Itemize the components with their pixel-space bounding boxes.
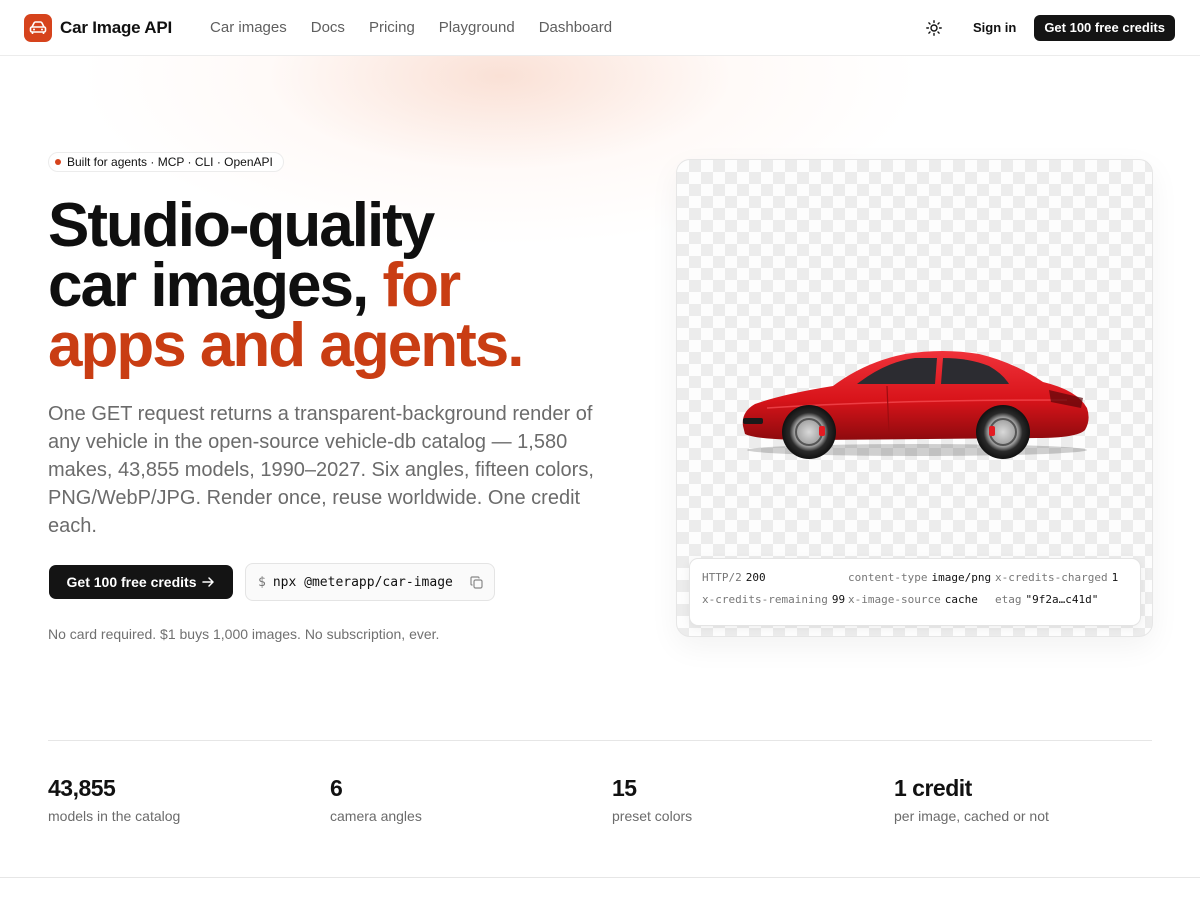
image-preview: HTTP/2 200 content-type image/png x-credit… [676,159,1153,637]
stat-value: 6 [330,775,343,801]
response-headers-panel: HTTP/2 200 content-type image/png x-credit… [689,558,1141,626]
header-key: x-credits-charged [995,571,1108,584]
stat-models: 43,855 models in the catalog [48,773,180,824]
header-key: x-image-source [848,593,941,606]
header-value: 200 [745,571,766,584]
sign-in-link[interactable]: Sign in [973,20,1016,35]
install-command[interactable]: $ npx @meterapp/car-image [245,563,495,601]
header-row: x-credits-remaining 99 [702,593,848,615]
header-row: x-credits-charged 1 [995,571,1140,593]
nav-links: Car images Docs Pricing Playground Dashb… [210,19,612,36]
header-value: image/png [931,571,992,584]
stat-angles: 6 camera angles [330,773,422,824]
stat-value: 43,855 [48,775,116,801]
stat-label: preset colors [612,808,693,824]
nav-link-car-images[interactable]: Car images [210,19,287,36]
header-key: content-type [848,571,928,584]
header-value: cache [944,593,978,606]
agents-badge: Built for agents · MCP · CLI · OpenAPI [48,152,284,172]
stat-credit: 1 credit per image, cached or not [894,773,1049,824]
car-icon[interactable] [24,13,52,42]
headline-line-2b: for [382,251,461,320]
hero-subtext: One GET request returns a transparent-ba… [48,403,594,537]
stat-label: per image, cached or not [894,808,1049,824]
hero-headline: Studio-quality car images, for apps and … [48,191,648,380]
stats-divider-top [48,740,1152,741]
header-row: HTTP/2 200 [702,571,848,593]
nav-link-docs[interactable]: Docs [311,19,345,36]
headline-line-2: car images, for [48,255,648,317]
header-value: 1 [1111,571,1119,584]
hero-cta-label: Get 100 free credits [66,574,197,590]
pricing-note: No card required. $1 buys 1,000 images. … [48,626,440,642]
headline-line-2a: car images, [48,251,383,320]
header-row: etag "9f2a…c41d" [995,593,1140,615]
arrow-right-icon [202,577,215,587]
car-render-image [742,351,1089,459]
stats-divider-bottom [0,877,1200,878]
nav-link-pricing[interactable]: Pricing [369,19,415,36]
header-key: x-credits-remaining [702,593,828,606]
badge-dot [55,159,61,165]
headline-line-3: apps and agents. [48,311,524,380]
nav-actions: Sign in Get 100 free credits [922,14,1175,41]
hero-cta-button[interactable]: Get 100 free credits [49,565,233,599]
header-row: content-type image/png [848,571,995,593]
nav-cta-button[interactable]: Get 100 free credits [1034,14,1175,41]
stat-label: models in the catalog [48,808,181,824]
stat-label: camera angles [330,808,422,824]
stat-colors: 15 preset colors [612,773,692,824]
headline-line-1: Studio-quality [48,191,435,260]
header-value: "9f2a…c41d" [1025,593,1099,606]
command-prompt: $ [258,574,266,590]
copy-icon[interactable] [468,574,484,590]
command-text: npx @meterapp/car-image [272,574,453,590]
top-nav: Car Image API Car images Docs Pricing Pl… [0,0,1200,56]
header-row: x-image-source cache [848,593,995,615]
nav-link-dashboard[interactable]: Dashboard [539,19,612,36]
nav-link-playground[interactable]: Playground [439,19,515,36]
header-key: etag [995,593,1022,606]
brand-name[interactable]: Car Image API [60,18,172,38]
badge-text: Built for agents · MCP · CLI · OpenAPI [67,155,273,169]
stat-value: 1 credit [894,775,972,801]
header-key: HTTP/2 [702,571,742,584]
sun-icon[interactable] [922,16,946,40]
stat-value: 15 [612,775,637,801]
header-value: 99 [831,593,846,606]
